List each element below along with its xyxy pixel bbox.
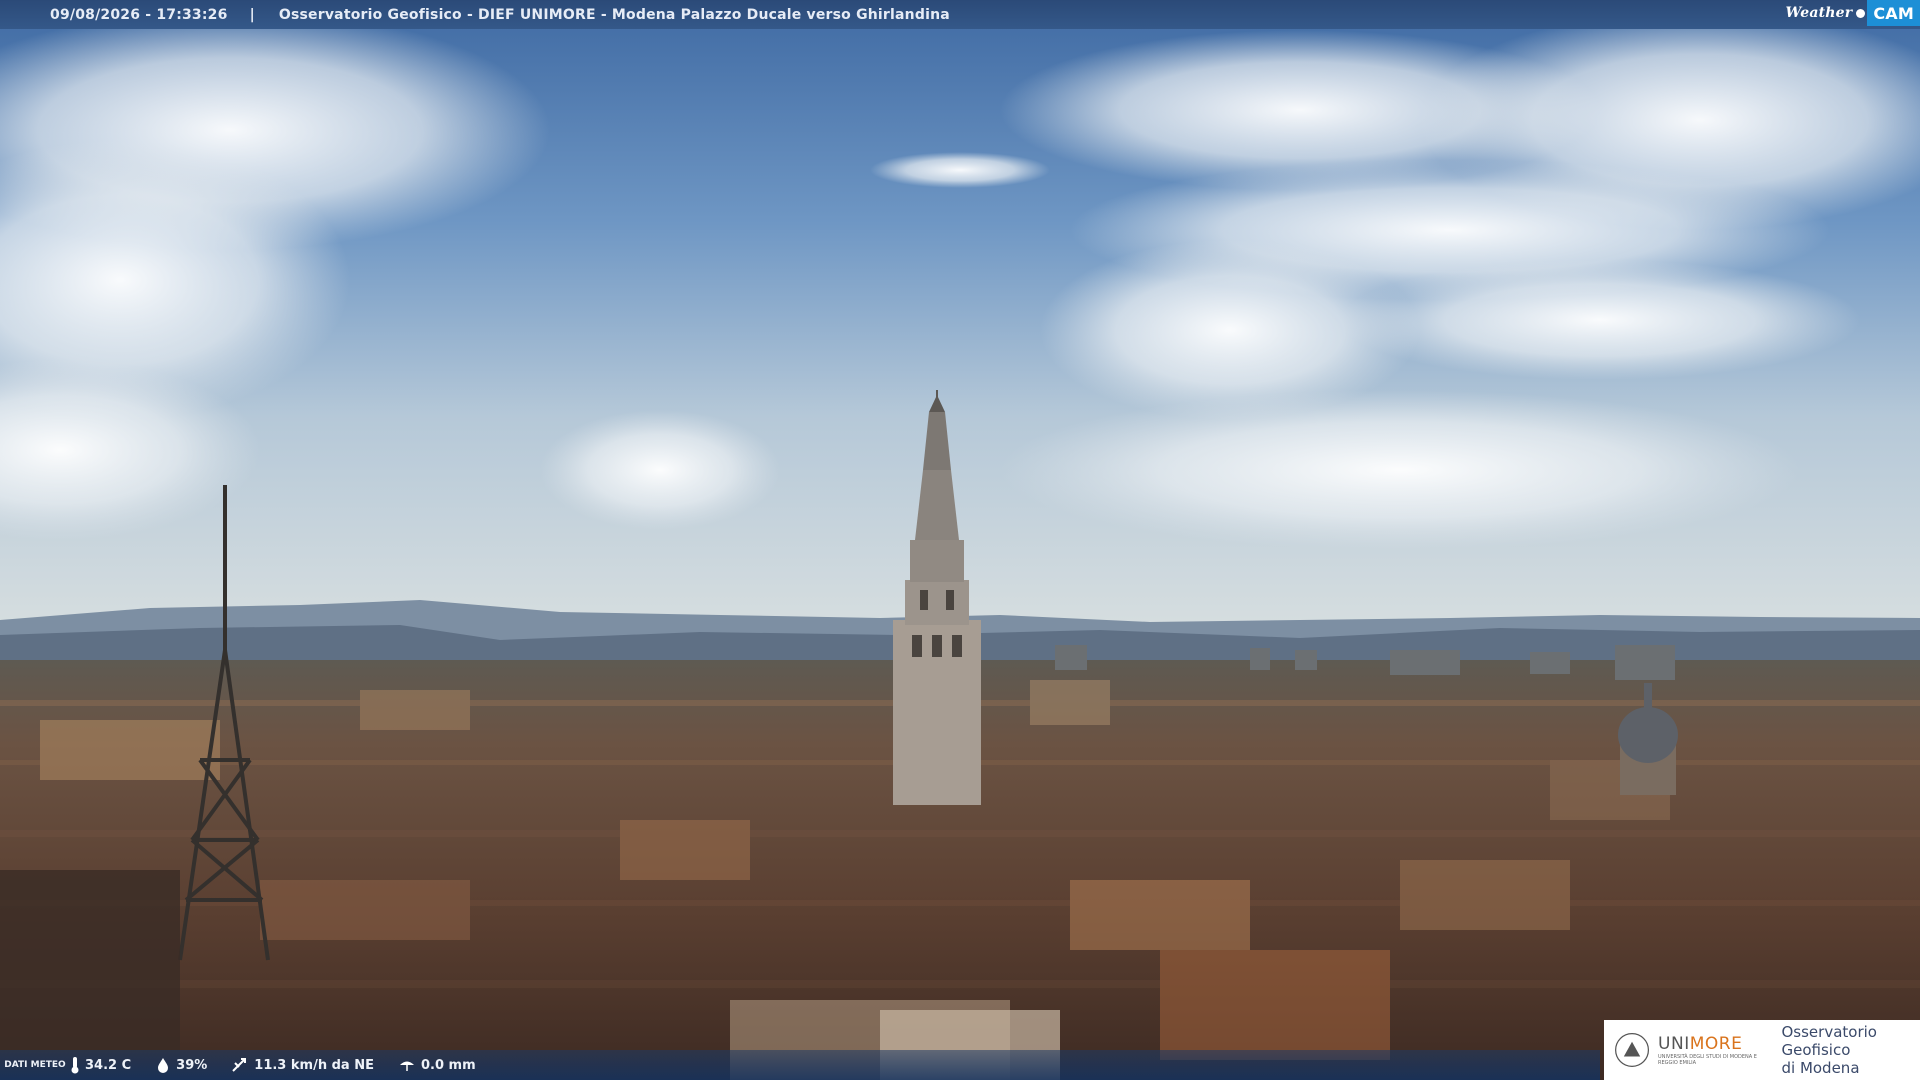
weathercam-logo: Weather CAM — [1785, 0, 1920, 26]
observatory-line-1: Osservatorio Geofisico — [1781, 1023, 1877, 1059]
webcam-view: 09/08/2026 - 17:33:26 | Osservatorio Geo… — [0, 0, 1920, 1080]
timestamp: 09/08/2026 - 17:33:26 — [50, 6, 228, 23]
humidity-value: 39% — [176, 1057, 208, 1073]
weathercam-brand-weather: Weather — [1785, 5, 1853, 21]
thermometer-icon — [71, 1057, 79, 1074]
observatory-name: Osservatorio Geofisico di Modena — [1781, 1023, 1920, 1077]
observatory-line-2: di Modena — [1781, 1059, 1860, 1077]
weather-label: DATI METEO — [4, 1060, 66, 1070]
wind-reading: 11.3 km/h da NE — [231, 1057, 374, 1073]
wind-value: 11.3 km/h da NE — [254, 1057, 374, 1073]
unimore-wordmark: UNIMORE UNIVERSITÀ DEGLI STUDI DI MODENA… — [1658, 1034, 1771, 1066]
weather-data-bar: DATI METEO 34.2 C 39% 11.3 km/h da NE 0.… — [0, 1050, 1600, 1080]
unimore-subtitle: UNIVERSITÀ DEGLI STUDI DI MODENA E REGGI… — [1658, 1054, 1757, 1066]
unimore-logo-panel: UNIMORE UNIVERSITÀ DEGLI STUDI DI MODENA… — [1604, 1020, 1920, 1080]
weathercam-dot-icon — [1856, 8, 1866, 18]
separator: | — [249, 6, 255, 23]
temperature-reading: 34.2 C — [70, 1056, 131, 1074]
webcam-image — [0, 0, 1920, 1080]
humidity-drop-icon — [158, 1058, 169, 1073]
header-bar: 09/08/2026 - 17:33:26 | Osservatorio Geo… — [0, 0, 1920, 29]
wind-icon — [232, 1058, 247, 1072]
weathercam-brand-cam: CAM — [1867, 0, 1920, 26]
rain-value: 0.0 mm — [420, 1057, 476, 1073]
temperature-value: 34.2 C — [85, 1057, 132, 1073]
camera-title: Osservatorio Geofisico - DIEF UNIMORE - … — [278, 6, 950, 23]
unimore-name: UNIMORE — [1658, 1034, 1743, 1054]
university-seal-icon — [1615, 1033, 1650, 1067]
humidity-reading: 39% — [155, 1057, 207, 1073]
rain-icon — [399, 1061, 414, 1071]
rain-reading: 0.0 mm — [398, 1057, 476, 1073]
